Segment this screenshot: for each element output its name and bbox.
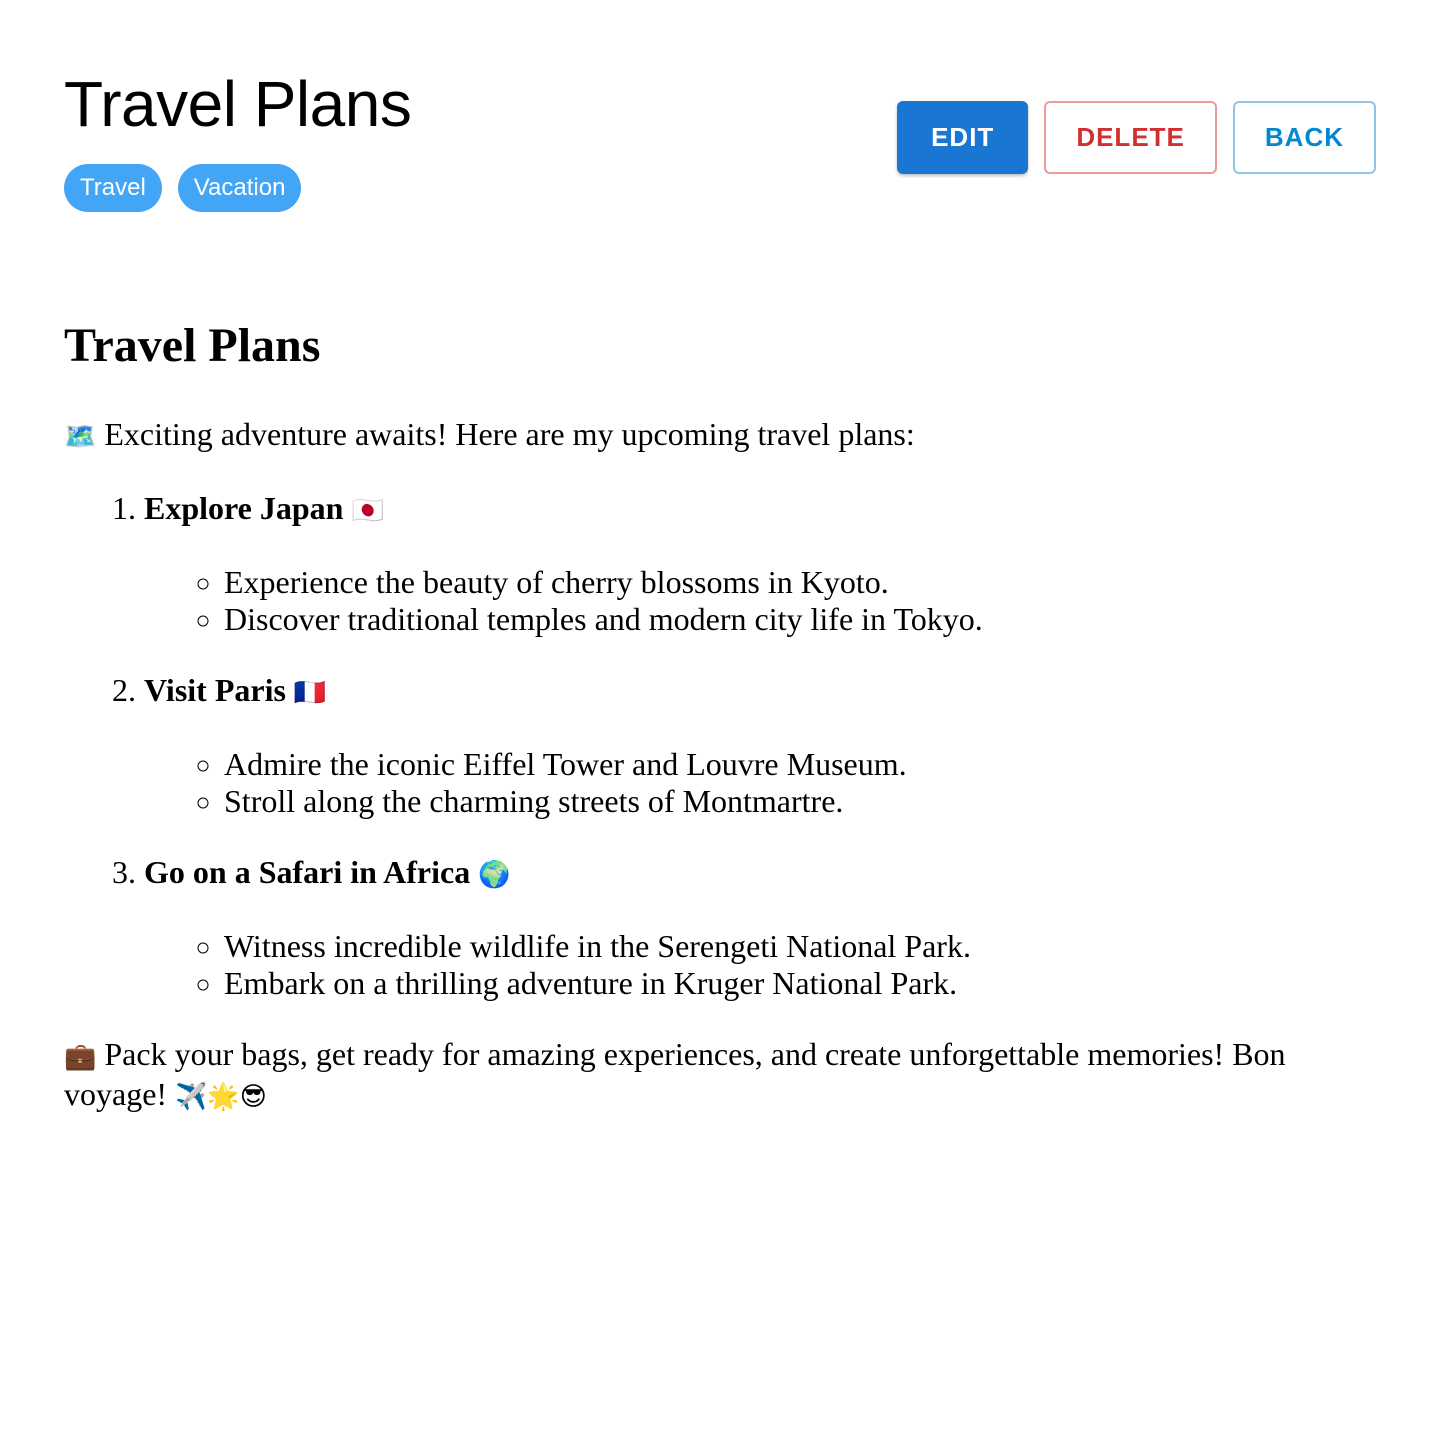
globe-icon: 🌍 [478, 860, 511, 890]
plan-detail: Discover traditional temples and modern … [224, 601, 1376, 638]
tag-vacation[interactable]: Vacation [177, 164, 302, 212]
note-content: Travel Plans 🗺️ Exciting adventure await… [64, 318, 1376, 1116]
edit-button[interactable]: EDIT [897, 101, 1029, 174]
note-detail-page: Travel Plans Travel Vacation EDIT DELETE… [0, 0, 1440, 1440]
intro-text: Exciting adventure awaits! Here are my u… [104, 416, 915, 452]
plan-title: Go on a Safari in Africa [144, 854, 471, 890]
france-flag-icon: 🇫🇷 [293, 678, 327, 708]
japan-flag-icon: 🇯🇵 [351, 496, 384, 526]
briefcase-icon: 💼 [64, 1042, 97, 1072]
back-button[interactable]: BACK [1232, 101, 1376, 174]
plan-detail: Admire the iconic Eiffel Tower and Louvr… [224, 746, 1376, 783]
plan-detail: Experience the beauty of cherry blossoms… [224, 564, 1376, 601]
note-header: Travel Plans Travel Vacation EDIT DELETE… [64, 64, 1376, 264]
plan-item-japan: Explore Japan 🇯🇵 Experience the beauty o… [144, 490, 1376, 638]
plan-details: Witness incredible wildlife in the Seren… [144, 928, 1376, 1002]
plan-title: Visit Paris [144, 672, 286, 708]
plan-details: Experience the beauty of cherry blossoms… [144, 564, 1376, 638]
plan-item-paris: Visit Paris 🇫🇷 Admire the iconic Eiffel … [144, 672, 1376, 820]
airplane-star-sunglasses-icons: ✈️🌟😎 [175, 1082, 267, 1112]
plan-details: Admire the iconic Eiffel Tower and Louvr… [144, 746, 1376, 820]
action-buttons: EDIT DELETE BACK [897, 101, 1376, 174]
plan-detail: Stroll along the charming streets of Mon… [224, 783, 1376, 820]
plan-item-africa: Go on a Safari in Africa 🌍 Witness incre… [144, 854, 1376, 1002]
travel-plan-list: Explore Japan 🇯🇵 Experience the beauty o… [64, 490, 1376, 1002]
plan-detail: Embark on a thrilling adventure in Kruge… [224, 965, 1376, 1002]
content-heading: Travel Plans [64, 319, 321, 372]
map-icon: 🗺️ [64, 422, 97, 452]
delete-button[interactable]: DELETE [1044, 101, 1217, 174]
outro-paragraph: 💼 Pack your bags, get ready for amazing … [64, 1036, 1304, 1116]
plan-title: Explore Japan [144, 490, 344, 526]
plan-detail: Witness incredible wildlife in the Seren… [224, 928, 1376, 965]
intro-paragraph: 🗺️ Exciting adventure awaits! Here are m… [64, 416, 1376, 456]
tag-travel[interactable]: Travel [64, 164, 162, 212]
